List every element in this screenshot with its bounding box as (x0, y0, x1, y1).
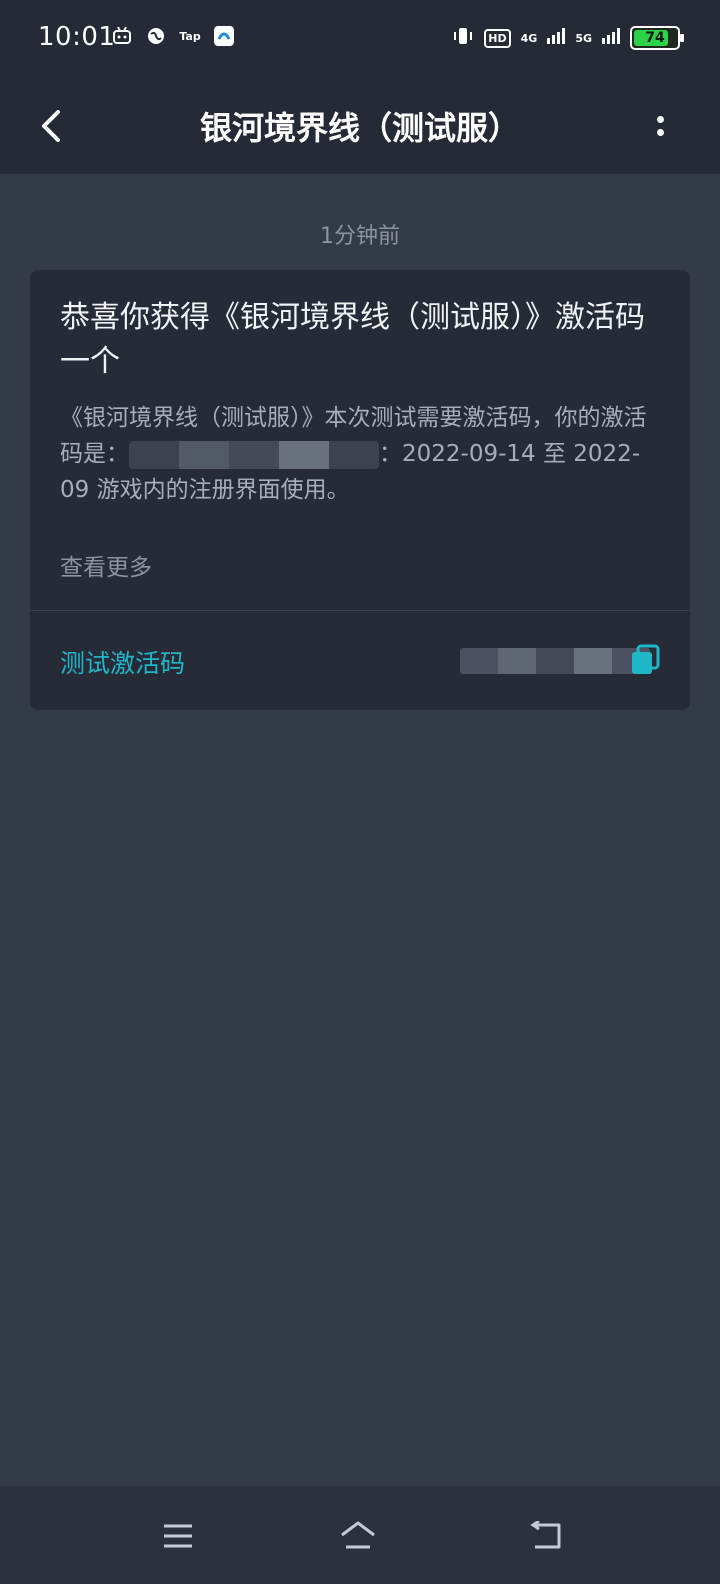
network-5g-label: 5G (575, 31, 592, 45)
status-time: 10:01 (38, 22, 116, 52)
hd-badge: HD (484, 28, 511, 48)
battery-cap (680, 34, 684, 42)
signal-icon (602, 28, 620, 48)
status-left-icons: Tap (112, 26, 234, 46)
app-icon (214, 26, 234, 46)
chevron-left-icon (42, 110, 60, 142)
message-timestamp: 1分钟前 (320, 224, 400, 249)
more-options-button[interactable] (640, 102, 680, 150)
system-nav-bar (0, 1486, 720, 1584)
redacted-code (129, 440, 379, 469)
copy-icon[interactable] (630, 644, 660, 676)
signal-icon (547, 28, 566, 48)
menu-button[interactable] (148, 1506, 208, 1566)
home-icon (341, 1521, 375, 1549)
return-icon (530, 1521, 561, 1549)
message-body: 《银河境界线（测试服）》本次测试需要激活码，你的激活码是： ：2022-09-14… (60, 400, 660, 508)
activation-code-label: 测试激活码 (60, 649, 186, 678)
vibrate-icon (452, 26, 474, 50)
menu-icon (164, 1524, 192, 1548)
bilibili-icon (112, 26, 132, 46)
status-right: HD 4G 5G 74 (452, 26, 684, 50)
more-dot (656, 116, 664, 123)
activation-code-value (460, 648, 650, 674)
network-4g-label: 4G (520, 31, 538, 45)
message-title: 恭喜你获得《银河境界线（测试服）》激活码一个 (60, 300, 645, 379)
tap-icon: Tap (179, 29, 201, 43)
status-bar: 10:01 Tap HD 4G 5G 74 (0, 0, 720, 78)
see-more-link[interactable]: 查看更多 (60, 548, 152, 582)
app-header: 银河境界线（测试服） (0, 78, 720, 174)
home-button[interactable] (328, 1506, 388, 1566)
battery-level: 74 (645, 30, 665, 46)
battery-icon: 74 (630, 26, 684, 50)
more-dot (656, 129, 664, 136)
globe-icon (146, 26, 166, 46)
message-card[interactable]: 恭喜你获得《银河境界线（测试服）》激活码一个 《银河境界线（测试服）》本次测试需… (30, 270, 690, 710)
back-nav-button[interactable] (516, 1506, 576, 1566)
card-divider (30, 610, 690, 611)
page-title: 银河境界线（测试服） (199, 109, 520, 147)
back-button[interactable] (30, 102, 70, 150)
